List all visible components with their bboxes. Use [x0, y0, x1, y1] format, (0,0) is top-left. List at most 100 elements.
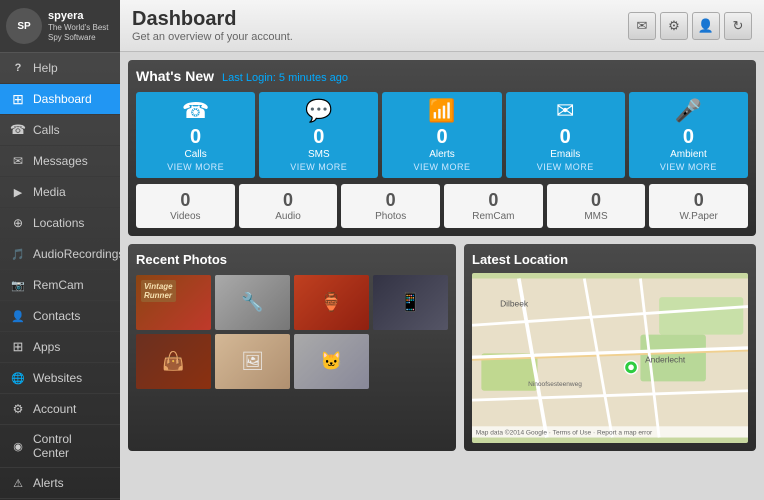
content-area: What's New Last Login: 5 minutes ago ☎ 0…	[120, 52, 764, 500]
svg-text:Ninoofsesteenweg: Ninoofsesteenweg	[528, 381, 582, 388]
big-stat-ambient[interactable]: 🎤 0 Ambient VIEW MORE	[629, 92, 748, 178]
map-container[interactable]: Anderlecht Dilbeek Ninoofsesteenweg Map …	[472, 273, 748, 443]
svg-text:Dilbeek: Dilbeek	[500, 299, 529, 309]
small-stat-mms: 0 MMS	[547, 184, 646, 228]
photos-row-2: 👜 🖼 🐱	[136, 334, 448, 389]
stat-icon: 📶	[386, 98, 497, 124]
stat-icon: 🎤	[633, 98, 744, 124]
locations-icon	[10, 215, 26, 231]
small-stat-label: RemCam	[448, 211, 539, 222]
sidebar-label-apps: Apps	[33, 340, 60, 354]
sidebar-item-audiorecordings[interactable]: AudioRecordings	[0, 239, 120, 270]
stat-label: Alerts	[386, 149, 497, 160]
sidebar-item-account[interactable]: Account	[0, 394, 120, 425]
sidebar-label-locations: Locations	[33, 216, 84, 230]
last-login-text: Last Login: 5 minutes ago	[222, 72, 348, 84]
header-title-group: Dashboard Get an overview of your accoun…	[132, 8, 293, 43]
small-stat-label: W.Paper	[653, 211, 744, 222]
small-stat-label: Videos	[140, 211, 231, 222]
sidebar-label-audiorecordings: AudioRecordings	[33, 247, 120, 261]
stat-label: SMS	[263, 149, 374, 160]
recent-photos-title: Recent Photos	[136, 252, 448, 267]
stat-count: 0	[263, 126, 374, 149]
recent-photos-section: Recent Photos VintageRunner 🔧 🏺	[128, 244, 456, 451]
help-icon	[10, 60, 26, 76]
small-stat-label: MMS	[551, 211, 642, 222]
photo-thumb[interactable]: 👜	[136, 334, 211, 389]
big-stat-calls[interactable]: ☎ 0 Calls VIEW MORE	[136, 92, 255, 178]
big-stat-emails[interactable]: ✉ 0 Emails VIEW MORE	[506, 92, 625, 178]
sidebar-item-media[interactable]: Media	[0, 177, 120, 208]
sidebar-label-help: Help	[33, 61, 58, 75]
sidebar-item-contacts[interactable]: Contacts	[0, 301, 120, 332]
stat-count: 0	[140, 126, 251, 149]
sidebar-item-help[interactable]: Help	[0, 53, 120, 84]
big-stat-alerts[interactable]: 📶 0 Alerts VIEW MORE	[382, 92, 501, 178]
view-more-link[interactable]: VIEW MORE	[633, 162, 744, 172]
sidebar-item-apps[interactable]: Apps	[0, 332, 120, 363]
stat-icon: 💬	[263, 98, 374, 124]
sidebar-item-dashboard[interactable]: Dashboard	[0, 84, 120, 115]
photo-thumb[interactable]: VintageRunner	[136, 275, 211, 330]
sidebar-label-websites: Websites	[33, 371, 82, 385]
photo-thumb[interactable]: 🏺	[294, 275, 369, 330]
apps-icon	[10, 339, 26, 355]
photo-thumb[interactable]: 🔧	[215, 275, 290, 330]
whats-new-section: What's New Last Login: 5 minutes ago ☎ 0…	[128, 60, 756, 236]
sidebar-item-locations[interactable]: Locations	[0, 208, 120, 239]
controlcenter-icon	[10, 438, 26, 454]
sidebar-label-messages: Messages	[33, 154, 88, 168]
remcam-icon	[10, 277, 26, 293]
sidebar-item-controlcenter[interactable]: Control Center	[0, 425, 120, 468]
logo-text: spyera The World's Best Spy Software	[48, 10, 114, 42]
map-svg: Anderlecht Dilbeek Ninoofsesteenweg Map …	[472, 273, 748, 443]
stat-label: Ambient	[633, 149, 744, 160]
photos-grid: VintageRunner 🔧 🏺 📱	[136, 275, 448, 389]
photo-thumb[interactable]: 🖼	[215, 334, 290, 389]
photos-row-1: VintageRunner 🔧 🏺 📱	[136, 275, 448, 330]
sidebar-item-alerts[interactable]: Alerts	[0, 468, 120, 499]
bottom-row: Recent Photos VintageRunner 🔧 🏺	[128, 244, 756, 451]
sidebar-label-contacts: Contacts	[33, 309, 80, 323]
email-icon-button[interactable]: ✉	[628, 12, 656, 40]
stat-label: Emails	[510, 149, 621, 160]
account-icon	[10, 401, 26, 417]
view-more-link[interactable]: VIEW MORE	[263, 162, 374, 172]
refresh-icon-button[interactable]: ↻	[724, 12, 752, 40]
view-more-link[interactable]: VIEW MORE	[386, 162, 497, 172]
big-stats-row: ☎ 0 Calls VIEW MORE 💬 0 SMS VIEW MORE 📶 …	[136, 92, 748, 178]
latest-location-title: Latest Location	[472, 252, 748, 267]
svg-text:Anderlecht: Anderlecht	[645, 355, 686, 365]
photo-thumb[interactable]: 🐱	[294, 334, 369, 389]
gear-icon-button[interactable]: ⚙	[660, 12, 688, 40]
sidebar-item-websites[interactable]: Websites	[0, 363, 120, 394]
view-more-link[interactable]: VIEW MORE	[140, 162, 251, 172]
small-stat-count: 0	[140, 190, 231, 211]
websites-icon	[10, 370, 26, 386]
sidebar-item-messages[interactable]: Messages	[0, 146, 120, 177]
small-stat-count: 0	[345, 190, 436, 211]
page-title: Dashboard	[132, 8, 293, 31]
alerts-icon	[10, 475, 26, 491]
stat-count: 0	[633, 126, 744, 149]
small-stat-videos: 0 Videos	[136, 184, 235, 228]
sidebar-label-calls: Calls	[33, 123, 60, 137]
view-more-link[interactable]: VIEW MORE	[510, 162, 621, 172]
big-stat-sms[interactable]: 💬 0 SMS VIEW MORE	[259, 92, 378, 178]
sidebar-label-remcam: RemCam	[33, 278, 84, 292]
audiorecordings-icon	[10, 246, 26, 262]
messages-icon	[10, 153, 26, 169]
small-stat-count: 0	[448, 190, 539, 211]
stat-icon: ✉	[510, 98, 621, 124]
sidebar-label-media: Media	[33, 185, 66, 199]
sidebar-item-calls[interactable]: Calls	[0, 115, 120, 146]
photo-thumb[interactable]: 📱	[373, 275, 448, 330]
stat-label: Calls	[140, 149, 251, 160]
logo-tagline: The World's Best Spy Software	[48, 23, 114, 42]
latest-location-section: Latest Location	[464, 244, 756, 451]
sidebar: SP spyera The World's Best Spy Software …	[0, 0, 120, 500]
sidebar-item-remcam[interactable]: RemCam	[0, 270, 120, 301]
stat-count: 0	[510, 126, 621, 149]
user-icon-button[interactable]: 👤	[692, 12, 720, 40]
logo-area: SP spyera The World's Best Spy Software	[0, 0, 120, 53]
